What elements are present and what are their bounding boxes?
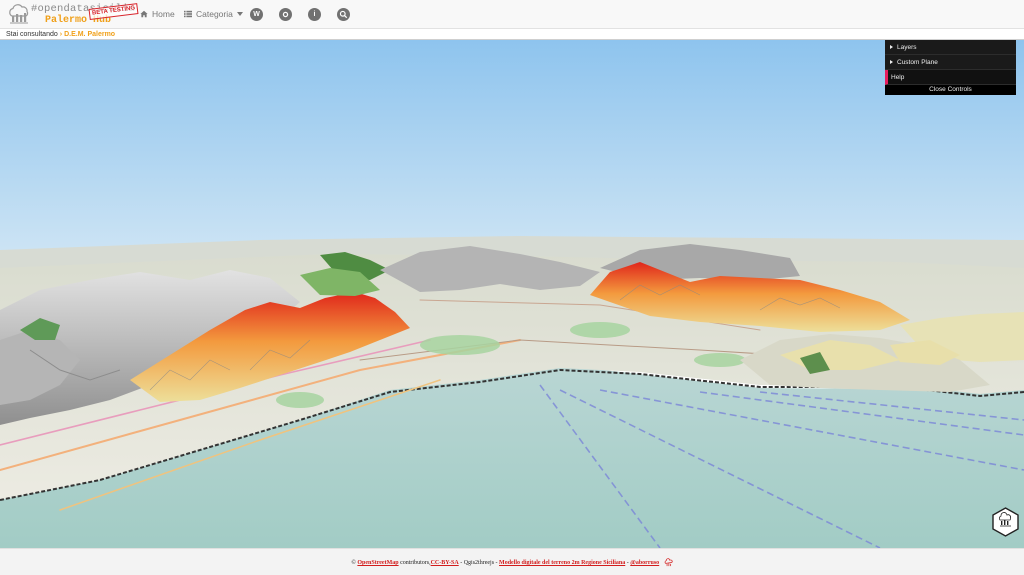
qgis2threejs-text: Qgis2threejs bbox=[463, 559, 495, 566]
breadcrumb: Stai consultando › D.E.M. Palermo bbox=[0, 29, 1024, 40]
wikipedia-icon[interactable]: W bbox=[250, 8, 263, 21]
caret-right-icon bbox=[890, 60, 893, 64]
home-icon bbox=[140, 10, 148, 18]
layers-label: Layers bbox=[897, 43, 917, 51]
nav-home-label: Home bbox=[152, 9, 175, 19]
breadcrumb-current[interactable]: D.E.M. Palermo bbox=[64, 31, 115, 38]
close-controls-button[interactable]: Close Controls bbox=[885, 85, 1016, 95]
nav-categoria-label: Categoria bbox=[196, 9, 233, 19]
github-icon[interactable] bbox=[279, 8, 292, 21]
cloud-logo-icon bbox=[9, 3, 29, 23]
author-link[interactable]: @aborruso bbox=[630, 560, 659, 566]
terrain-scene bbox=[0, 40, 1024, 548]
list-icon bbox=[184, 10, 192, 18]
custom-plane-folder[interactable]: Custom Plane bbox=[885, 55, 1016, 70]
help-button[interactable]: Help bbox=[885, 70, 1016, 85]
nav-home[interactable]: Home bbox=[140, 9, 175, 19]
brand-logo[interactable]: #opendatasicilia Palermo Hub BETA TESTIN… bbox=[0, 0, 139, 29]
separator-3: - bbox=[626, 559, 629, 566]
chevron-right-icon: › bbox=[59, 30, 63, 38]
separator-2: - bbox=[495, 559, 498, 566]
custom-plane-label: Custom Plane bbox=[897, 58, 938, 66]
breadcrumb-prefix: Stai consultando bbox=[6, 30, 58, 38]
nav-categoria-dropdown[interactable]: Categoria bbox=[184, 9, 243, 19]
search-icon[interactable] bbox=[337, 8, 350, 21]
chevron-down-icon bbox=[236, 12, 243, 16]
app-window: #opendatasicilia Palermo Hub BETA TESTIN… bbox=[0, 0, 1024, 575]
contributors-text: contributors, bbox=[400, 559, 431, 566]
attribution-footer: © OpenStreetMap contributors,CC-BY-SA - … bbox=[0, 548, 1024, 575]
copyright-symbol: © bbox=[351, 559, 356, 566]
layers-folder[interactable]: Layers bbox=[885, 40, 1016, 55]
separator-1: - bbox=[460, 559, 463, 566]
osm-link[interactable]: OpenStreetMap bbox=[357, 560, 398, 566]
license-link[interactable]: CC-BY-SA bbox=[431, 560, 459, 566]
info-icon[interactable]: i bbox=[308, 8, 321, 21]
dem-source-link[interactable]: Modello digitale del terreno 2m Regione … bbox=[499, 560, 625, 566]
help-label: Help bbox=[891, 73, 905, 81]
caret-right-icon bbox=[890, 45, 893, 49]
opendatasicilia-hex-badge-icon[interactable] bbox=[992, 507, 1019, 537]
cloud-small-icon bbox=[664, 558, 673, 567]
gui-controls-panel: Layers Custom Plane Help Close Controls bbox=[885, 40, 1016, 95]
dem-3d-map-canvas[interactable] bbox=[0, 40, 1024, 548]
top-navbar: #opendatasicilia Palermo Hub BETA TESTIN… bbox=[0, 0, 1024, 29]
